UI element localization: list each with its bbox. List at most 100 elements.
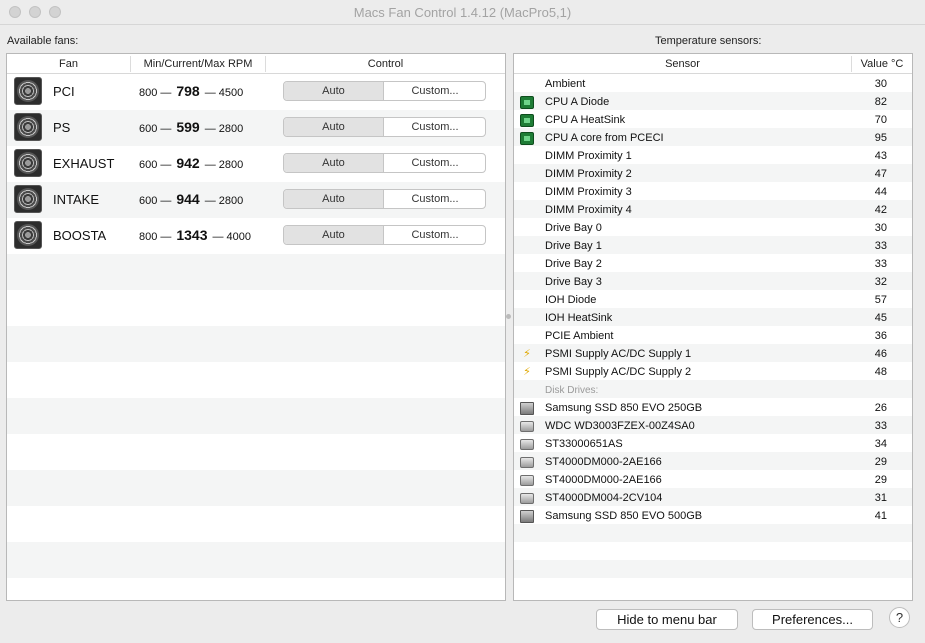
sensor-column-header[interactable]: Sensor [514, 58, 851, 70]
sensor-value: 41 [874, 510, 887, 522]
fan-max-rpm: 2800 [218, 159, 244, 171]
rpm-separator: — [204, 123, 216, 135]
bolt-icon: ⚡ [523, 348, 531, 360]
rpm-separator: — [204, 159, 216, 171]
fan-icon [14, 149, 42, 177]
preferences-button[interactable]: Preferences... [752, 609, 873, 630]
custom-button[interactable]: Custom... [385, 190, 485, 208]
fan-name: BOOSTA [53, 228, 107, 243]
ssd-icon [520, 402, 534, 415]
sensor-value: 46 [874, 348, 887, 360]
fans-table-header: Fan Min/Current/Max RPM Control [7, 54, 505, 74]
fan-control-segment[interactable]: Auto Custom... [283, 117, 486, 137]
help-button[interactable]: ? [889, 607, 910, 628]
sensor-row: ST4000DM000-2AE166 29 [514, 472, 911, 490]
fan-min-rpm: 600 [139, 123, 158, 135]
hard-drive-icon [520, 475, 534, 486]
sensor-name: DIMM Proximity 3 [545, 186, 632, 198]
custom-button[interactable]: Custom... [385, 118, 485, 136]
sensor-name: CPU A Diode [545, 96, 610, 108]
bolt-icon: ⚡ [523, 366, 531, 378]
sensor-name: IOH Diode [545, 294, 597, 306]
sensor-value: 47 [874, 168, 887, 180]
auto-button[interactable]: Auto [284, 154, 384, 172]
sensor-name: DIMM Proximity 1 [545, 150, 632, 162]
fans-table[interactable]: Fan Min/Current/Max RPM Control PCI 800—7… [6, 53, 506, 601]
sensors-section-label: Temperature sensors: [655, 35, 762, 47]
rpm-column-header[interactable]: Min/Current/Max RPM [131, 58, 265, 70]
auto-button[interactable]: Auto [284, 226, 384, 244]
fan-current-rpm: 942 [176, 155, 200, 171]
rpm-separator: — [160, 195, 172, 207]
fan-blade-graphic [17, 224, 39, 246]
sensor-row: ST4000DM000-2AE166 29 [514, 454, 911, 472]
hard-drive-icon [520, 457, 534, 468]
fan-rpm: 600—599—2800 [139, 119, 243, 135]
rpm-separator: — [160, 159, 172, 171]
fan-row: INTAKE 600—944—2800 Auto Custom... [7, 182, 505, 218]
sensors-table-header: Sensor Value °C [514, 54, 912, 74]
sensors-table[interactable]: Sensor Value °C Ambient 30 CPU A Diode 82 CP… [513, 53, 913, 601]
panel-splitter-handle[interactable] [506, 314, 511, 319]
sensor-name: PSMI Supply AC/DC Supply 2 [545, 366, 692, 378]
fan-row: PS 600—599—2800 Auto Custom... [7, 110, 505, 146]
sensor-name: IOH HeatSink [545, 312, 613, 324]
sensor-name: ST33000651AS [545, 438, 623, 450]
fan-control-segment[interactable]: Auto Custom... [283, 225, 486, 245]
sensor-name: Drive Bay 0 [545, 222, 602, 234]
fan-row: BOOSTA 800—1343—4000 Auto Custom... [7, 218, 505, 254]
fan-control-segment[interactable]: Auto Custom... [283, 153, 486, 173]
auto-button[interactable]: Auto [284, 82, 384, 100]
fan-blade-graphic [17, 80, 39, 102]
row-stripe [7, 398, 505, 434]
custom-button[interactable]: Custom... [385, 82, 485, 100]
fan-column-header[interactable]: Fan [7, 58, 130, 70]
fan-blade-graphic [17, 188, 39, 210]
sensor-value: 42 [874, 204, 887, 216]
sensor-row: ST4000DM004-2CV104 31 [514, 490, 911, 508]
hard-drive-icon [520, 439, 534, 450]
fan-control-segment[interactable]: Auto Custom... [283, 81, 486, 101]
fan-max-rpm: 4500 [218, 87, 244, 99]
row-stripe [7, 326, 505, 362]
sensor-row: Samsung SSD 850 EVO 500GB 41 [514, 508, 911, 526]
rpm-separator: — [204, 87, 216, 99]
auto-button[interactable]: Auto [284, 190, 384, 208]
sensor-value: 44 [874, 186, 887, 198]
fan-control-segment[interactable]: Auto Custom... [283, 189, 486, 209]
hide-to-menu-bar-button[interactable]: Hide to menu bar [596, 609, 738, 630]
sensor-row: DIMM Proximity 3 44 [514, 184, 911, 202]
fan-min-rpm: 800 [139, 231, 158, 243]
sensor-name: Drive Bay 3 [545, 276, 602, 288]
fan-blade-graphic [17, 116, 39, 138]
value-column-header[interactable]: Value °C [852, 58, 912, 70]
sensor-row: DIMM Proximity 4 42 [514, 202, 911, 220]
fan-current-rpm: 599 [176, 119, 200, 135]
sensor-name: Drive Bay 1 [545, 240, 602, 252]
fan-icon [14, 113, 42, 141]
sensor-value: 29 [874, 474, 887, 486]
sensor-row: ST33000651AS 34 [514, 436, 911, 454]
sensor-name: CPU A HeatSink [545, 114, 626, 126]
sensor-row: IOH Diode 57 [514, 292, 911, 310]
custom-button[interactable]: Custom... [385, 226, 485, 244]
rpm-separator: — [160, 87, 172, 99]
sensor-name: Samsung SSD 850 EVO 500GB [545, 510, 703, 522]
sensor-value: 33 [874, 258, 887, 270]
fan-min-rpm: 800 [139, 87, 158, 99]
fan-icon [14, 185, 42, 213]
fan-icon [14, 77, 42, 105]
sensor-name: CPU A core from PCECI [545, 132, 664, 144]
sensor-value: 33 [874, 420, 887, 432]
fan-rpm: 600—944—2800 [139, 191, 243, 207]
sensor-value: 43 [874, 150, 887, 162]
fan-name: INTAKE [53, 192, 99, 207]
sensor-name: DIMM Proximity 4 [545, 204, 632, 216]
fan-max-rpm: 2800 [218, 123, 244, 135]
sensor-row: CPU A HeatSink 70 [514, 112, 911, 130]
custom-button[interactable]: Custom... [385, 154, 485, 172]
fan-rpm: 600—942—2800 [139, 155, 243, 171]
sensor-value: 26 [874, 402, 887, 414]
auto-button[interactable]: Auto [284, 118, 384, 136]
control-column-header[interactable]: Control [266, 58, 505, 70]
